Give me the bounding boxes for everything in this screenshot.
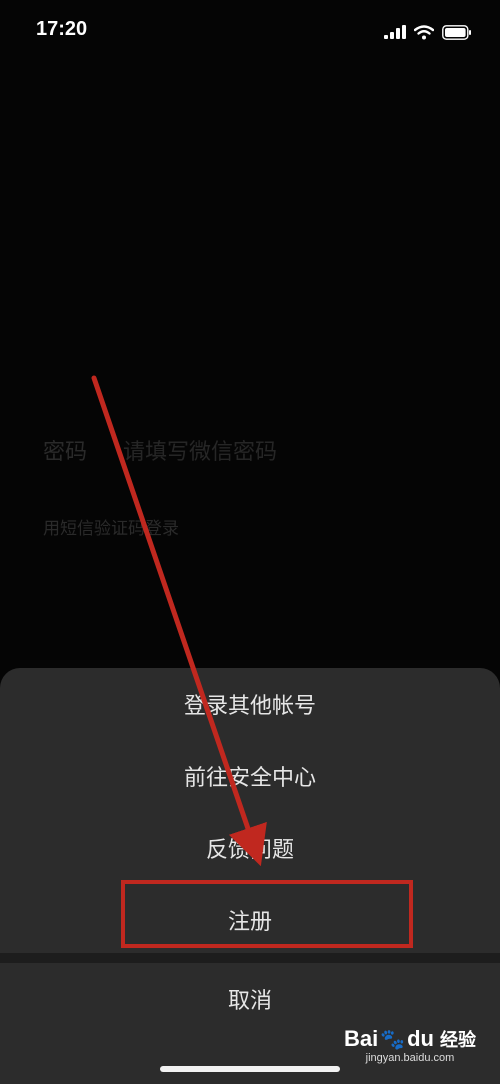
register-highlight-box (121, 880, 413, 948)
cancel-button[interactable]: 取消 (0, 963, 500, 1035)
sms-login-link[interactable]: 用短信验证码登录 (43, 514, 179, 539)
sheet-item-login-other-account[interactable]: 登录其他帐号 (0, 668, 500, 740)
sheet-item-security-center[interactable]: 前往安全中心 (0, 740, 500, 812)
baidu-logo: Bai 🐾 du 经验 (344, 1026, 476, 1052)
watermark-bai: Bai (343, 1026, 379, 1051)
action-sheet: 登录其他帐号 前往安全中心 反馈问题 注册 取消 (0, 668, 500, 1084)
sheet-item-feedback[interactable]: 反馈问题 (0, 812, 500, 884)
sheet-divider (0, 953, 500, 963)
watermark-du: du (407, 1026, 434, 1051)
password-label: 密码 (43, 440, 88, 465)
password-input[interactable]: 请填写微信密码 (123, 434, 277, 466)
home-indicator[interactable] (160, 1066, 340, 1072)
baidu-jingyan-watermark: Bai 🐾 du 经验 jingyan.baidu.com (344, 1026, 476, 1064)
paw-icon: 🐾 (380, 1028, 406, 1051)
login-background: 密码 请填写微信密码 用短信验证码登录 (0, 0, 500, 668)
watermark-url: jingyan.baidu.com (365, 1052, 455, 1064)
watermark-jingyan: 经验 (440, 1030, 476, 1050)
password-row: 密码 请填写微信密码 (43, 434, 277, 466)
